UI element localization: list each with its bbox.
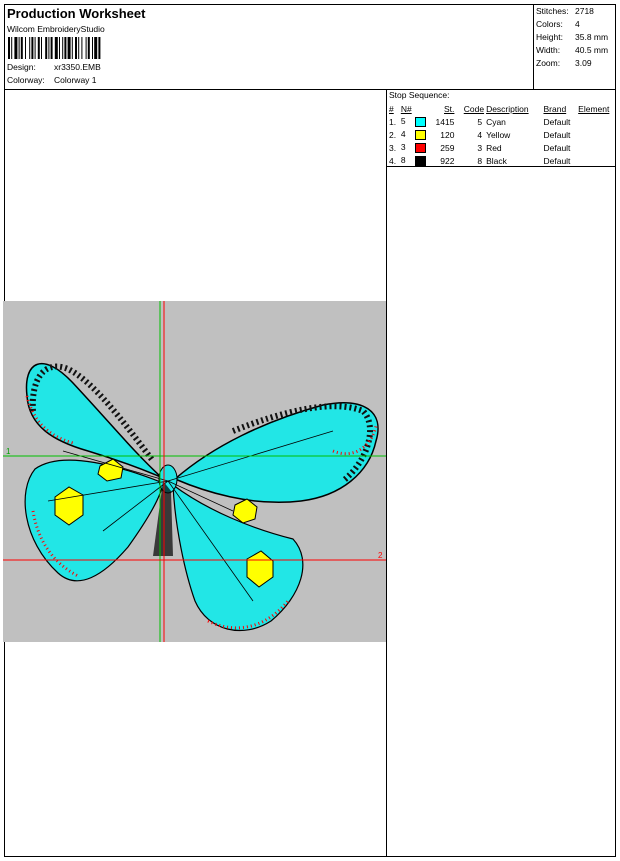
- row-element: [578, 115, 615, 128]
- barcode-bar: [37, 37, 40, 59]
- barcode-bar: [67, 37, 71, 59]
- row-brand: Default: [543, 116, 571, 127]
- row-num: 3.: [389, 142, 397, 153]
- barcode-bar: [18, 37, 20, 59]
- barcode-bar: [31, 37, 34, 59]
- row-num: 2.: [389, 129, 397, 140]
- stat-height: Height: 35.8 mm: [536, 32, 609, 42]
- row-num: 1.: [389, 116, 397, 127]
- col-element: Element: [578, 103, 610, 114]
- row-num: 4.: [389, 155, 397, 166]
- barcode-bar: [48, 37, 50, 59]
- row-st: 120: [440, 129, 455, 140]
- barcode-bar: [71, 37, 73, 59]
- column-divider: [386, 89, 387, 857]
- col-brand: Brand: [543, 103, 567, 114]
- design-stats: Stitches: 2718 Colors: 4 Height: 35.8 mm Wi…: [533, 5, 615, 89]
- colorway-row: Colorway: Colorway 1: [7, 75, 97, 85]
- barcode-bar: [25, 37, 26, 59]
- barcode-bar: [75, 37, 77, 59]
- barcode-bar: [41, 37, 42, 59]
- barcode-bar: [20, 37, 23, 59]
- barcode-bar: [87, 37, 90, 59]
- color-swatch: [414, 155, 426, 166]
- color-swatch: [414, 129, 426, 140]
- row-brand: Default: [543, 142, 571, 153]
- design-barcode: [8, 37, 101, 59]
- barcode-bar: [8, 37, 10, 59]
- barcode-bar: [50, 37, 53, 59]
- company-name: Wilcom EmbroideryStudio: [7, 24, 105, 34]
- design-preview: 1 2: [3, 301, 386, 642]
- barcode-bar: [11, 37, 13, 59]
- colorway-value: Colorway 1: [54, 75, 97, 85]
- row-code: 8: [477, 155, 483, 166]
- barcode-bar: [45, 37, 48, 59]
- row-st: 259: [440, 142, 455, 153]
- stop-sequence-row: 3. 3 259 3 Red Default: [389, 141, 615, 154]
- stat-zoom: Zoom: 3.09: [536, 58, 592, 68]
- color-swatch: [414, 116, 426, 127]
- stop-sequence-header-row: # N# St. Code Description Brand Element: [389, 102, 615, 115]
- worksheet-header: Production Worksheet Wilcom EmbroiderySt…: [5, 5, 615, 90]
- row-element: [578, 128, 615, 141]
- barcode-bar: [14, 37, 18, 59]
- color-swatch: [414, 142, 426, 153]
- stat-width: Width: 40.5 mm: [536, 45, 609, 55]
- row-description: Black: [486, 155, 507, 166]
- row-n: 4: [401, 128, 431, 141]
- barcode-bar: [85, 37, 87, 59]
- barcode-bar: [81, 37, 83, 59]
- row-description: Red: [486, 142, 502, 153]
- design-row: Design: xr3350.EMB: [7, 62, 101, 72]
- row-st: 922: [440, 155, 455, 166]
- row-element: [578, 154, 615, 167]
- stat-stitches: Stitches: 2718: [536, 6, 594, 16]
- colorway-label: Colorway:: [7, 75, 45, 85]
- barcode-bar: [94, 37, 98, 59]
- row-element: [578, 141, 615, 154]
- col-code: Code: [463, 103, 485, 114]
- barcode-bar: [59, 37, 60, 59]
- barcode-bar: [78, 37, 80, 59]
- barcode-bar: [98, 37, 101, 59]
- col-description: Description: [486, 103, 529, 114]
- row-description: Cyan: [486, 116, 506, 127]
- barcode-bar: [92, 37, 93, 59]
- barcode-bar: [62, 37, 64, 59]
- col-num: #: [389, 103, 394, 114]
- worksheet-title: Production Worksheet: [7, 6, 146, 21]
- row-n: 3: [401, 141, 431, 154]
- barcode-bar: [54, 37, 58, 59]
- marker-2: 2: [378, 551, 383, 560]
- stat-colors: Colors: 4: [536, 19, 580, 29]
- col-n: N#: [400, 103, 412, 114]
- row-code: 4: [477, 129, 483, 140]
- row-st: 1415: [435, 116, 455, 127]
- stop-sequence-row: 2. 4 120 4 Yellow Default: [389, 128, 615, 141]
- stop-sequence-row: 1. 5 1415 5 Cyan Default: [389, 115, 615, 128]
- worksheet-frame: Production Worksheet Wilcom EmbroiderySt…: [3, 4, 616, 857]
- barcode-bar: [34, 37, 36, 59]
- design-value: xr3350.EMB: [54, 62, 101, 72]
- col-st: St.: [444, 103, 455, 114]
- barcode-bar: [29, 37, 31, 59]
- row-n: 5: [401, 115, 431, 128]
- row-description: Yellow: [486, 129, 511, 140]
- row-n: 8: [401, 154, 431, 167]
- barcode-bar: [64, 37, 67, 59]
- design-label: Design:: [7, 62, 36, 72]
- row-brand: Default: [543, 155, 571, 166]
- row-code: 3: [477, 142, 483, 153]
- stop-sequence-table: # N# St. Code Description Brand Element …: [389, 102, 615, 167]
- marker-1: 1: [6, 447, 11, 456]
- row-brand: Default: [543, 129, 571, 140]
- stop-sequence-row: 4. 8 922 8 Black Default: [389, 154, 615, 167]
- row-code: 5: [477, 116, 483, 127]
- stop-sequence-title: Stop Sequence:: [389, 90, 450, 100]
